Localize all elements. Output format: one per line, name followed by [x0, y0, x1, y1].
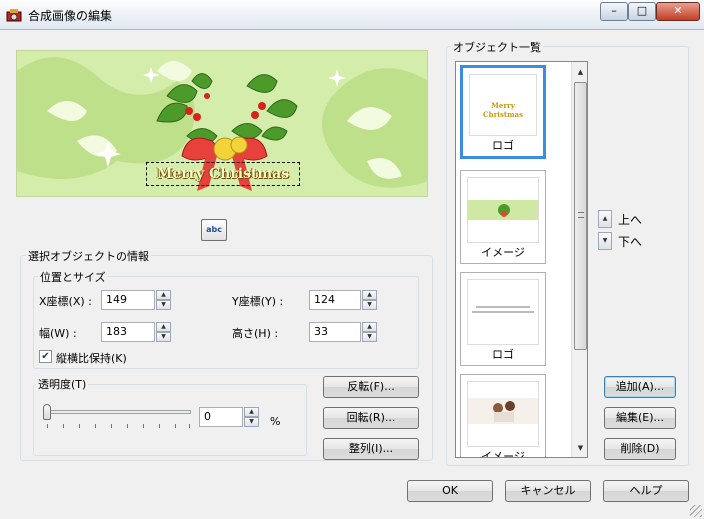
- opacity-title: 透明度(T): [36, 376, 89, 392]
- spin-down-icon: ▼: [362, 300, 377, 310]
- x-label: X座標(X) :: [39, 295, 92, 308]
- opacity-slider-track[interactable]: [45, 410, 191, 414]
- spin-down-icon: ▼: [244, 417, 259, 427]
- object-list-title: オブジェクト一覧: [451, 39, 543, 55]
- arrow-up-icon: ▲: [598, 210, 612, 228]
- y-spinner[interactable]: ▲ ▼: [362, 290, 377, 310]
- height-spinner[interactable]: ▲ ▼: [362, 322, 377, 342]
- spin-up-icon: ▲: [244, 407, 259, 417]
- y-label: Y座標(Y) :: [232, 295, 284, 308]
- thumb-photo-image: [468, 398, 538, 424]
- thumb-preview: [467, 381, 539, 447]
- opacity-spinner[interactable]: ▲ ▼: [244, 407, 259, 427]
- spin-up-icon: ▲: [156, 290, 171, 300]
- text-tool-button[interactable]: abc: [201, 219, 227, 241]
- object-caption: ロゴ: [492, 139, 514, 152]
- move-up-button[interactable]: ▲: [598, 210, 612, 228]
- spin-up-icon: ▲: [362, 322, 377, 332]
- slider-tick: [63, 424, 64, 428]
- move-down-button[interactable]: ▼: [598, 232, 612, 250]
- slider-tick: [127, 424, 128, 428]
- thumb-text-line: [472, 311, 534, 313]
- opacity-unit: %: [270, 415, 281, 428]
- slider-tick: [79, 424, 80, 428]
- minimize-button[interactable]: –: [600, 2, 628, 21]
- move-up-label: 上へ: [618, 213, 643, 227]
- spin-up-icon: ▲: [362, 290, 377, 300]
- spin-down-icon: ▼: [156, 332, 171, 342]
- spin-down-icon: ▼: [362, 332, 377, 342]
- object-caption: イメージ: [481, 246, 525, 259]
- spin-up-icon: ▲: [156, 322, 171, 332]
- flip-button[interactable]: 反転(F)...: [323, 376, 419, 398]
- thumb-preview: [467, 279, 539, 345]
- ok-button[interactable]: OK: [407, 480, 493, 502]
- thumb-preview: [467, 177, 539, 243]
- opacity-slider-thumb[interactable]: [43, 404, 51, 420]
- keep-ratio-checkbox[interactable]: ✔: [39, 350, 52, 363]
- width-spinner[interactable]: ▲ ▼: [156, 322, 171, 342]
- add-button[interactable]: 追加(A)...: [604, 376, 676, 398]
- scroll-down-icon[interactable]: ▼: [573, 440, 587, 456]
- help-button[interactable]: ヘルプ: [603, 480, 689, 502]
- slider-tick: [95, 424, 96, 428]
- check-icon: ✔: [41, 351, 50, 362]
- slider-tick: [143, 424, 144, 428]
- object-caption: イメージ: [481, 450, 525, 458]
- object-thumb[interactable]: ロゴ: [460, 272, 546, 366]
- position-size-title: 位置とサイズ: [38, 269, 108, 285]
- scrollbar-thumb[interactable]: [574, 82, 587, 350]
- height-label: 高さ(H) :: [232, 327, 279, 340]
- object-thumb[interactable]: イメージ: [460, 374, 546, 458]
- slider-tick: [47, 424, 48, 428]
- thumb-preview: Merry Christmas: [469, 74, 537, 136]
- object-list-scrollbar[interactable]: ▲ ▼: [571, 62, 587, 457]
- scroll-up-icon[interactable]: ▲: [573, 64, 587, 80]
- edit-button[interactable]: 編集(E)...: [604, 407, 676, 429]
- thumb-banner-image: [468, 200, 538, 220]
- spin-down-icon: ▼: [156, 300, 171, 310]
- maximize-button[interactable]: □: [628, 2, 656, 21]
- width-label: 幅(W) :: [39, 327, 77, 340]
- slider-tick: [175, 424, 176, 428]
- cancel-button[interactable]: キャンセル: [505, 480, 591, 502]
- object-thumb[interactable]: イメージ: [460, 170, 546, 264]
- width-input[interactable]: 183: [101, 322, 155, 342]
- app-icon: [6, 9, 22, 22]
- maximize-icon: □: [636, 4, 648, 17]
- x-input[interactable]: 149: [101, 290, 155, 310]
- move-down-label: 下へ: [618, 235, 643, 249]
- object-caption: ロゴ: [492, 348, 514, 361]
- object-list[interactable]: Merry Christmas ロゴ イメージ ロゴ イメージ ▲ ▼: [455, 61, 588, 458]
- grip-icon: [578, 212, 584, 218]
- x-spinner[interactable]: ▲ ▼: [156, 290, 171, 310]
- thumb-text-line: [476, 306, 530, 308]
- rotate-button[interactable]: 回転(R)...: [323, 407, 419, 429]
- opacity-input[interactable]: 0: [199, 407, 243, 427]
- title-bar: 合成画像の編集 – □ ✕: [0, 0, 704, 30]
- object-thumb[interactable]: Merry Christmas ロゴ: [460, 65, 546, 159]
- keep-ratio-label: 縦横比保持(K): [56, 352, 127, 365]
- merry-christmas-text-object[interactable]: Merry Christmas: [146, 162, 300, 186]
- close-icon: ✕: [673, 4, 683, 17]
- slider-tick: [189, 424, 190, 428]
- resize-grip-icon[interactable]: [690, 505, 702, 517]
- arrow-down-icon: ▼: [598, 232, 612, 250]
- slider-tick: [111, 424, 112, 428]
- minimize-icon: –: [611, 4, 617, 17]
- y-input[interactable]: 124: [309, 290, 361, 310]
- selected-object-info-title: 選択オブジェクトの情報: [26, 248, 151, 264]
- thumb-logo-text: Merry Christmas: [482, 101, 524, 119]
- align-button[interactable]: 整列(I)...: [323, 438, 419, 460]
- delete-button[interactable]: 削除(D): [604, 438, 676, 460]
- close-button[interactable]: ✕: [656, 2, 700, 21]
- opacity-group: [33, 384, 307, 456]
- height-input[interactable]: 33: [309, 322, 361, 342]
- window-title: 合成画像の編集: [28, 9, 113, 23]
- slider-tick: [159, 424, 160, 428]
